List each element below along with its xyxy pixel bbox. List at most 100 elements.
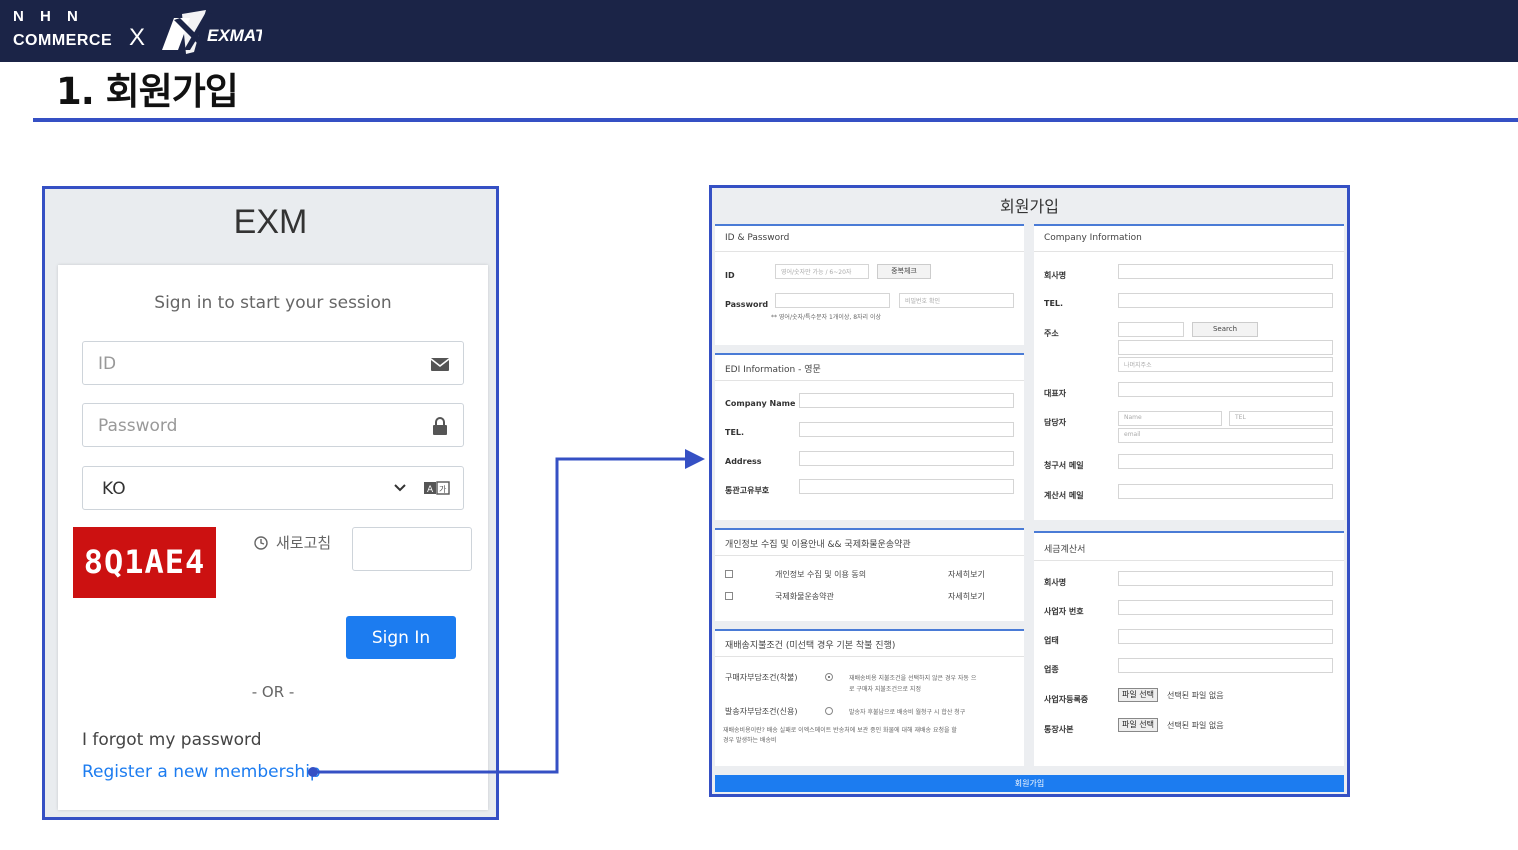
address-search-button[interactable]: Search bbox=[1192, 322, 1258, 337]
svg-text:가: 가 bbox=[439, 485, 447, 494]
password-hint: ** 영어/숫자/특수문자 1개이상, 8자리 이상 bbox=[771, 314, 882, 321]
language-value: KO bbox=[102, 479, 126, 499]
manager-email-input[interactable]: email bbox=[1118, 428, 1333, 443]
biz-license-file-status: 선택된 파일 없음 bbox=[1167, 691, 1224, 700]
shipping-terms-checkbox[interactable] bbox=[725, 592, 733, 600]
redelivery-note-1: 재배송비용이란? 배송 실패로 이엑스메이트 반송처에 보관 중인 화물에 대해… bbox=[723, 727, 957, 734]
biz-license-label: 사업자등록증 bbox=[1044, 695, 1089, 704]
bankbook-file-status: 선택된 파일 없음 bbox=[1167, 721, 1224, 730]
manager-email-placeholder: email bbox=[1124, 431, 1141, 438]
signup-screen: 회원가입 ID & Password ID 영어/숫자만 가능 / 6~20자 … bbox=[709, 185, 1350, 797]
edi-section: EDI Information - 영문 Company Name TEL. A… bbox=[715, 353, 1024, 520]
biz-number-label: 사업자 번호 bbox=[1044, 607, 1084, 616]
duplicate-check-button[interactable]: 중복체크 bbox=[877, 264, 931, 279]
company-tel-input[interactable] bbox=[1118, 293, 1333, 308]
buyer-pays-desc-2: 로 구매자 지불조건으로 지정 bbox=[849, 686, 921, 693]
edi-address-label: Address bbox=[725, 457, 762, 466]
signup-id-input[interactable]: 영어/숫자만 가능 / 6~20자 bbox=[775, 264, 869, 279]
tax-company-name-input[interactable] bbox=[1118, 571, 1333, 586]
biz-item-input[interactable] bbox=[1118, 658, 1333, 673]
clock-icon[interactable] bbox=[253, 535, 269, 551]
signup-title: 회원가입 bbox=[1000, 197, 1059, 216]
nhn-logo-line2: COMMERCE bbox=[13, 32, 113, 49]
buyer-pays-desc-1: 재배송비용 지불조건을 선택하지 않은 경우 자동 으 bbox=[849, 675, 977, 682]
nhn-commerce-logo: N H N COMMERCE bbox=[13, 9, 112, 49]
login-card: Sign in to start your session ID Passwor… bbox=[58, 265, 488, 810]
envelope-icon bbox=[430, 358, 450, 371]
buyer-pays-label: 구매자부담조건(착불) bbox=[725, 673, 798, 682]
id-label: ID bbox=[725, 271, 735, 280]
captcha-input[interactable] bbox=[352, 527, 472, 571]
signup-submit-button[interactable]: 회원가입 bbox=[715, 775, 1344, 792]
sender-pays-radio[interactable] bbox=[825, 707, 833, 715]
translate-icon: A 가 bbox=[424, 481, 450, 495]
redelivery-note-2: 경우 발생하는 배송비 bbox=[723, 737, 777, 744]
page-title: 1. 회원가입 bbox=[56, 70, 239, 113]
biz-license-file-button[interactable]: 파일 선택 bbox=[1118, 688, 1158, 702]
bankbook-file-button[interactable]: 파일 선택 bbox=[1118, 718, 1158, 732]
section-header: 세금계산서 bbox=[1044, 545, 1086, 555]
logo-separator: X bbox=[129, 24, 146, 51]
login-subtitle: Sign in to start your session bbox=[154, 293, 392, 313]
edi-tel-input[interactable] bbox=[799, 422, 1014, 437]
biz-number-input[interactable] bbox=[1118, 600, 1333, 615]
ceo-input[interactable] bbox=[1118, 382, 1333, 397]
signup-id-placeholder: 영어/숫자만 가능 / 6~20자 bbox=[781, 269, 852, 276]
refresh-captcha-link[interactable]: 새로고침 bbox=[276, 532, 331, 553]
invoice-email-label: 계산서 메일 bbox=[1044, 491, 1084, 500]
password-confirm-placeholder: 비밀번호 확인 bbox=[905, 298, 941, 305]
login-screen: EXM Sign in to start your session ID Pas… bbox=[42, 186, 499, 820]
privacy-consent-label: 개인정보 수집 및 이용 동의 bbox=[775, 570, 867, 579]
forgot-password-link[interactable]: I forgot my password bbox=[82, 730, 262, 750]
signup-password-input[interactable] bbox=[775, 293, 890, 308]
shipping-terms-label: 국제화물운송약관 bbox=[775, 592, 834, 601]
ceo-label: 대표자 bbox=[1044, 389, 1067, 398]
password-input[interactable]: Password bbox=[82, 403, 464, 447]
company-name-label: 회사명 bbox=[1044, 271, 1067, 280]
password-label: Password bbox=[725, 300, 769, 309]
buyer-pays-radio[interactable] bbox=[825, 673, 833, 681]
register-membership-link[interactable]: Register a new membership bbox=[82, 762, 321, 782]
biz-type-input[interactable] bbox=[1118, 629, 1333, 644]
privacy-consent-checkbox[interactable] bbox=[725, 570, 733, 578]
sender-pays-label: 발송자부담조건(신용) bbox=[725, 707, 798, 716]
svg-text:A: A bbox=[427, 485, 434, 495]
edi-company-name-input[interactable] bbox=[799, 393, 1014, 408]
lock-icon bbox=[433, 417, 447, 435]
sender-pays-desc: 발송자 후불납으로 배송비 월청구 시 합산 청구 bbox=[849, 709, 966, 716]
section-header: Company Information bbox=[1044, 233, 1142, 243]
section-header: EDI Information - 영문 bbox=[725, 365, 821, 375]
company-name-input[interactable] bbox=[1118, 264, 1333, 279]
manager-tel-input[interactable]: TEL bbox=[1229, 411, 1333, 426]
billing-email-input[interactable] bbox=[1118, 454, 1333, 469]
password-placeholder: Password bbox=[98, 416, 178, 436]
biz-item-label: 업종 bbox=[1044, 665, 1059, 674]
address-label: 주소 bbox=[1044, 329, 1059, 338]
privacy-section: 개인정보 수집 및 이용안내 && 국제화물운송약관 개인정보 수집 및 이용 … bbox=[715, 528, 1024, 621]
address-input[interactable] bbox=[1118, 340, 1333, 355]
sign-in-button[interactable]: Sign In bbox=[346, 616, 456, 659]
exmate-logo-text: EXMATE bbox=[207, 26, 262, 45]
id-password-section: ID & Password ID 영어/숫자만 가능 / 6~20자 중복체크 … bbox=[715, 224, 1024, 345]
redelivery-section: 재배송지불조건 (미선택 경우 기본 착불 진행) 구매자부담조건(착불) 재배… bbox=[715, 629, 1024, 766]
captcha-image: 8Q1AE4 bbox=[73, 527, 216, 598]
manager-name-input[interactable]: Name bbox=[1118, 411, 1222, 426]
shipping-terms-detail-link[interactable]: 자세히보기 bbox=[948, 591, 985, 602]
customs-code-input[interactable] bbox=[799, 479, 1014, 494]
address-detail-input[interactable]: 나머지주소 bbox=[1118, 357, 1333, 372]
language-select[interactable]: KO A 가 bbox=[82, 466, 464, 510]
billing-email-label: 청구서 메일 bbox=[1044, 461, 1084, 470]
nhn-logo-line1: N H N bbox=[13, 8, 84, 25]
chevron-down-icon bbox=[394, 484, 406, 492]
zipcode-input[interactable] bbox=[1118, 322, 1184, 337]
privacy-detail-link[interactable]: 자세히보기 bbox=[948, 569, 985, 580]
manager-tel-placeholder: TEL bbox=[1235, 414, 1246, 421]
app-title: EXM bbox=[233, 203, 308, 241]
password-confirm-input[interactable]: 비밀번호 확인 bbox=[899, 293, 1014, 308]
edi-address-input[interactable] bbox=[799, 451, 1014, 466]
bankbook-label: 통장사본 bbox=[1044, 725, 1074, 734]
invoice-email-input[interactable] bbox=[1118, 484, 1333, 499]
edi-company-name-label: Company Name bbox=[725, 399, 796, 408]
id-input[interactable]: ID bbox=[82, 341, 464, 385]
section-header: 개인정보 수집 및 이용안내 && 국제화물운송약관 bbox=[725, 540, 911, 550]
